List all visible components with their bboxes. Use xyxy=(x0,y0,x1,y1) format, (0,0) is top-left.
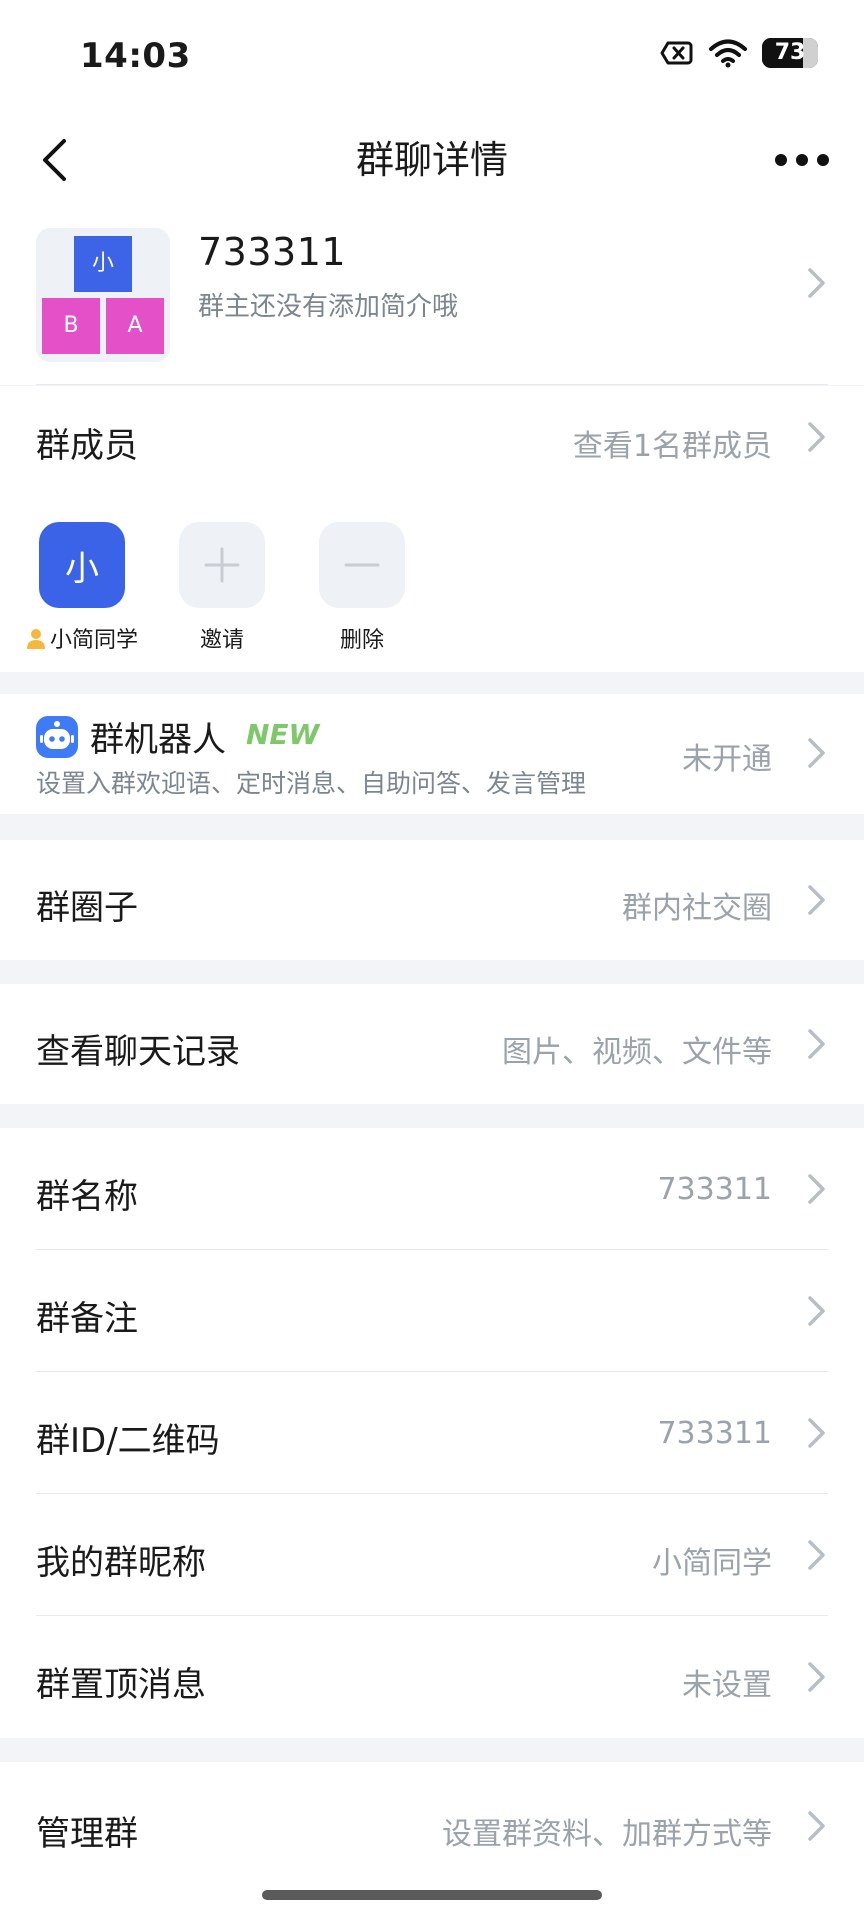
battery-level: 73 xyxy=(774,40,806,65)
status-icons: 73 xyxy=(660,38,818,68)
remove-member-button[interactable]: 删除 xyxy=(302,522,422,654)
avatar-cell-right: A xyxy=(106,298,164,354)
group-remark-row[interactable]: 群备注 xyxy=(0,1250,864,1372)
setting-label: 我的群昵称 xyxy=(36,1543,206,1583)
nav-bar: 群聊详情 xyxy=(0,110,864,210)
setting-label: 群置顶消息 xyxy=(36,1665,206,1705)
divider xyxy=(36,384,828,385)
bot-title: 群机器人 xyxy=(90,720,226,760)
setting-value: 未设置 xyxy=(682,1668,772,1703)
chevron-right-icon xyxy=(808,1029,825,1059)
circle-label: 群圈子 xyxy=(36,888,138,928)
members-header-row[interactable]: 群成员 查看1名群成员 xyxy=(0,386,864,486)
chevron-right-icon xyxy=(808,738,825,768)
status-time: 14:03 xyxy=(80,36,191,76)
wifi-icon xyxy=(709,39,747,68)
screen: 14:03 73 群聊详情 小 B A 733311 群主还没有添加简介哦 群成… xyxy=(0,0,864,1920)
more-button[interactable] xyxy=(766,132,838,188)
avatar-cell-left: B xyxy=(42,298,100,354)
avatar-cell-top: 小 xyxy=(74,236,132,292)
minus-icon xyxy=(344,563,380,567)
manage-group-row[interactable]: 管理群 设置群资料、加群方式等 xyxy=(0,1762,864,1920)
my-nickname-row[interactable]: 我的群昵称 小简同学 xyxy=(0,1494,864,1616)
chevron-right-icon xyxy=(808,1811,825,1841)
robot-icon xyxy=(36,716,78,758)
more-icon xyxy=(775,154,829,166)
history-label: 查看聊天记录 xyxy=(36,1032,240,1072)
group-avatar: 小 B A xyxy=(36,228,170,362)
chevron-right-icon xyxy=(808,1662,825,1692)
robot-face-icon xyxy=(40,721,74,749)
invite-member-button[interactable]: 邀请 xyxy=(162,522,282,654)
group-id-qrcode-row[interactable]: 群ID/二维码 733311 xyxy=(0,1372,864,1494)
manage-label: 管理群 xyxy=(36,1814,138,1854)
setting-label: 群ID/二维码 xyxy=(36,1421,220,1461)
chat-history-row[interactable]: 查看聊天记录 图片、视频、文件等 xyxy=(0,984,864,1104)
sim-off-icon xyxy=(660,41,693,65)
page-title: 群聊详情 xyxy=(355,138,508,182)
chevron-right-icon xyxy=(808,268,825,298)
new-badge: NEW xyxy=(246,718,320,751)
setting-value: 733311 xyxy=(657,1172,772,1207)
members-title: 群成员 xyxy=(36,426,138,466)
setting-label: 群名称 xyxy=(36,1177,138,1217)
bot-description: 设置入群欢迎语、定时消息、自助问答、发言管理 xyxy=(36,769,587,798)
chevron-right-icon xyxy=(808,885,825,915)
history-value: 图片、视频、文件等 xyxy=(502,1035,772,1070)
group-intro: 群主还没有添加简介哦 xyxy=(198,292,459,322)
group-profile-row[interactable]: 小 B A 733311 群主还没有添加简介哦 xyxy=(0,210,864,385)
manage-value: 设置群资料、加群方式等 xyxy=(442,1817,772,1852)
member-avatar: 小 xyxy=(39,522,125,608)
plus-icon xyxy=(204,547,240,583)
chevron-right-icon xyxy=(808,1296,825,1326)
chevron-right-icon xyxy=(808,1418,825,1448)
chevron-left-icon xyxy=(43,139,66,181)
group-name-row[interactable]: 群名称 733311 xyxy=(0,1128,864,1250)
member-avatar-text: 小 xyxy=(65,548,99,589)
member-name: 小简同学 xyxy=(49,628,138,653)
pinned-message-row[interactable]: 群置顶消息 未设置 xyxy=(0,1616,864,1738)
invite-avatar xyxy=(179,522,265,608)
status-bar: 14:03 73 xyxy=(0,0,864,110)
remove-avatar xyxy=(319,522,405,608)
invite-label: 邀请 xyxy=(199,628,244,653)
members-section: 群成员 查看1名群成员 小 小简同学 邀请 删除 xyxy=(0,386,864,672)
members-view-all: 查看1名群成员 xyxy=(572,429,772,464)
battery-icon: 73 xyxy=(762,38,818,68)
back-button[interactable] xyxy=(26,132,82,188)
chevron-right-icon xyxy=(808,1540,825,1570)
person-icon xyxy=(26,629,45,649)
home-indicator xyxy=(262,1890,602,1900)
setting-value: 小简同学 xyxy=(652,1546,772,1581)
remove-label: 删除 xyxy=(339,628,384,653)
member-item[interactable]: 小 小简同学 xyxy=(22,522,142,654)
group-name: 733311 xyxy=(198,230,347,274)
chevron-right-icon xyxy=(808,422,825,452)
member-name-row: 小简同学 xyxy=(22,622,142,654)
circle-value: 群内社交圈 xyxy=(622,891,772,926)
setting-value: 733311 xyxy=(657,1416,772,1451)
group-bot-row[interactable]: 群机器人 NEW 设置入群欢迎语、定时消息、自助问答、发言管理 未开通 xyxy=(0,694,864,814)
setting-label: 群备注 xyxy=(36,1299,138,1339)
chevron-right-icon xyxy=(808,1174,825,1204)
group-circle-row[interactable]: 群圈子 群内社交圈 xyxy=(0,840,864,960)
group-settings-section: 群名称 733311 群备注 群ID/二维码 733311 我的群昵称 小简同学… xyxy=(0,1128,864,1738)
bot-status: 未开通 xyxy=(682,742,772,777)
battery-indicator: 73 xyxy=(762,38,818,68)
